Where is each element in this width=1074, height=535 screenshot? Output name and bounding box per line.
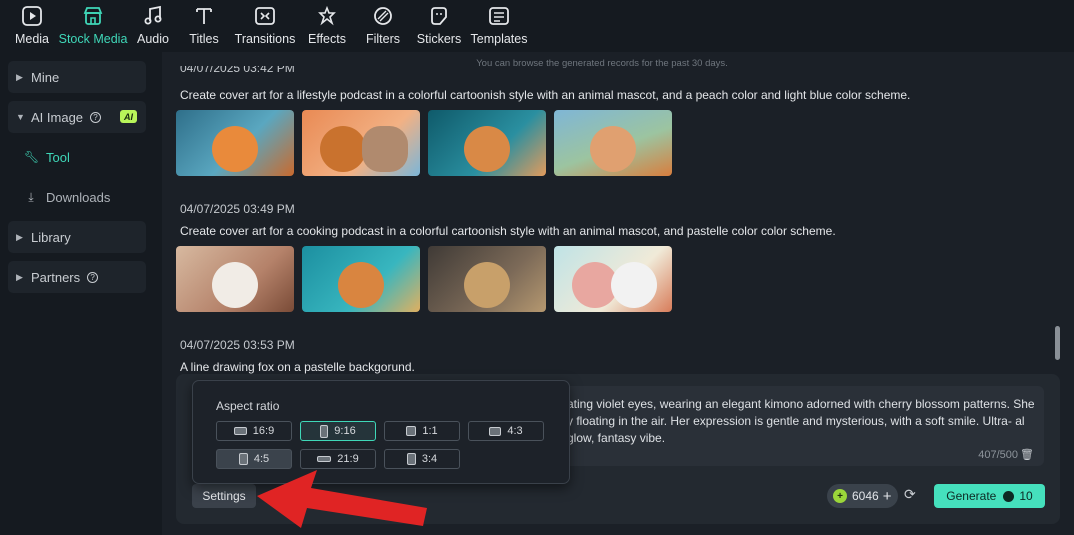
record-prompt: Create cover art for a cooking podcast i…: [180, 224, 836, 238]
sidebar-item-partners[interactable]: ▶ Partners ?: [8, 261, 146, 293]
help-icon[interactable]: ?: [87, 271, 99, 283]
ratio-3-4-option[interactable]: 3:4: [384, 449, 460, 469]
scrollbar[interactable]: [1055, 326, 1060, 360]
download-icon: ⤓: [28, 189, 34, 204]
chevron-right-icon: ▶: [16, 271, 23, 282]
ratio-1-1-option[interactable]: 1:1: [384, 421, 460, 441]
tab-audio[interactable]: Audio: [130, 0, 176, 52]
trash-icon[interactable]: 🗑︎: [1020, 448, 1034, 461]
ratio-16-9-option[interactable]: 16:9: [216, 421, 292, 441]
sidebar: ▶ Mine ▼ AI Image ? AI 🔧︎ Tool ⤓ Downloa…: [0, 52, 160, 535]
generated-image[interactable]: [428, 246, 546, 312]
tab-titles[interactable]: Titles: [176, 0, 232, 52]
add-credits-icon[interactable]: +: [883, 488, 892, 505]
transitions-icon: [255, 7, 275, 25]
ratio-9-16-option[interactable]: 9:16: [300, 421, 376, 441]
tab-templates[interactable]: Templates: [468, 0, 530, 52]
credit-coin-icon: [1003, 490, 1015, 502]
char-counter: 407/500: [978, 449, 1018, 461]
tab-filters[interactable]: Filters: [356, 0, 410, 52]
generated-image[interactable]: [176, 246, 294, 312]
record-date: 04/07/2025 03:53 PM: [180, 338, 295, 352]
help-icon[interactable]: ?: [90, 111, 102, 123]
templates-icon: [489, 7, 509, 25]
ai-badge: AI: [120, 110, 137, 123]
media-icon: [22, 6, 42, 26]
generated-image[interactable]: [554, 246, 672, 312]
stock-media-icon: [83, 7, 103, 25]
tab-effects[interactable]: Effects: [298, 0, 356, 52]
tab-stock-media[interactable]: Stock Media: [56, 0, 130, 52]
portrait-icon: [406, 453, 416, 465]
credit-coin-icon: +: [833, 489, 847, 503]
record-prompt: A line drawing fox on a pastelle backgor…: [180, 360, 415, 374]
settings-button[interactable]: Settings: [192, 484, 256, 508]
landscape-icon: [233, 427, 247, 435]
filters-icon: [374, 7, 392, 25]
titles-icon: [196, 8, 212, 24]
record-thumbnails: [176, 246, 672, 312]
stickers-icon: [431, 7, 447, 25]
record-thumbnails: [176, 110, 672, 176]
record-date: 04/07/2025 03:42 PM: [180, 66, 295, 75]
chevron-right-icon: ▶: [16, 71, 23, 82]
audio-icon: [144, 5, 162, 25]
generated-image[interactable]: [176, 110, 294, 176]
generated-image[interactable]: [554, 110, 672, 176]
sidebar-item-ai-image[interactable]: ▼ AI Image ? AI: [8, 101, 146, 133]
top-toolbar: Media Stock Media Audio Titles Transitio…: [0, 0, 1074, 52]
credits-badge[interactable]: + 6046 +: [827, 484, 898, 508]
tab-media[interactable]: Media: [8, 0, 56, 52]
sidebar-item-tool[interactable]: 🔧︎ Tool: [8, 141, 146, 173]
portrait-icon: [320, 424, 329, 438]
record-prompt: Create cover art for a lifestyle podcast…: [180, 88, 911, 102]
ratio-21-9-option[interactable]: 21:9: [300, 449, 376, 469]
ultrawide-icon: [317, 456, 332, 462]
generated-image[interactable]: [302, 110, 420, 176]
sidebar-item-downloads[interactable]: ⤓ Downloads: [8, 181, 146, 213]
portrait-icon: [238, 453, 248, 465]
prompt-text: ating violet eyes, wearing an elegant ki…: [567, 397, 1035, 445]
ratio-4-3-option[interactable]: 4:3: [468, 421, 544, 441]
refresh-icon[interactable]: ⟳: [904, 486, 916, 503]
sidebar-item-library[interactable]: ▶ Library: [8, 221, 146, 253]
aspect-ratio-popup: Aspect ratio 16:9 9:16 1:1 4:3 4:5 21:9 …: [192, 380, 570, 484]
popup-title: Aspect ratio: [216, 399, 280, 413]
generated-image[interactable]: [302, 246, 420, 312]
sidebar-item-mine[interactable]: ▶ Mine: [8, 61, 146, 93]
ratio-4-5-option[interactable]: 4:5: [216, 449, 292, 469]
tab-transitions[interactable]: Transitions: [232, 0, 298, 52]
generated-image[interactable]: [428, 110, 546, 176]
chevron-down-icon: ▼: [16, 112, 25, 122]
landscape-icon: [489, 426, 502, 436]
effects-icon: [318, 5, 336, 26]
annotation-arrow: [257, 470, 427, 528]
square-icon: [406, 426, 417, 436]
generate-button[interactable]: Generate 10: [934, 484, 1045, 508]
record-date: 04/07/2025 03:49 PM: [180, 202, 295, 216]
tab-stickers[interactable]: Stickers: [410, 0, 468, 52]
wrench-icon: 🔧︎: [24, 150, 40, 164]
chevron-right-icon: ▶: [16, 231, 23, 242]
